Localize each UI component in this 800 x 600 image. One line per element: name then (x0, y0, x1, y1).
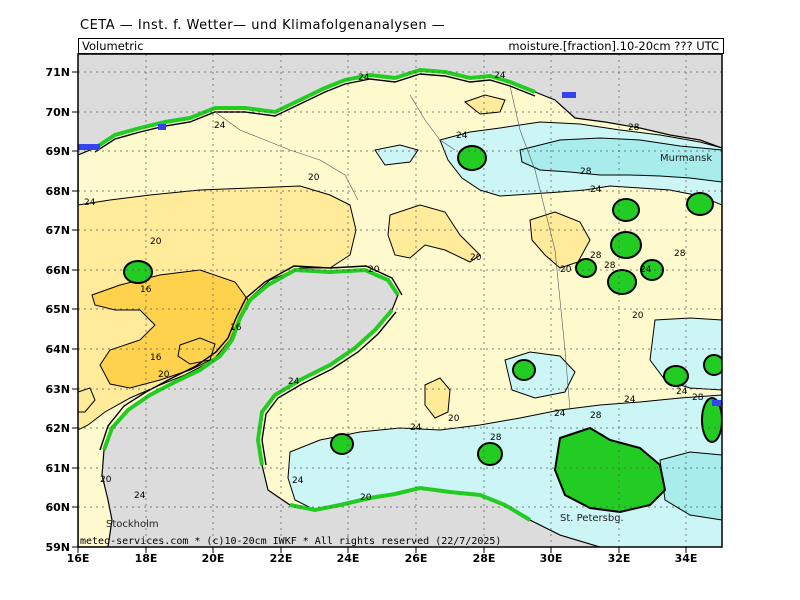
city-label-murmansk: Murmansk (660, 153, 712, 164)
lat-tick-label: 71N (45, 66, 70, 79)
blue-patch (712, 400, 722, 406)
wet-blob (663, 365, 689, 387)
lat-tick-label: 68N (45, 185, 70, 198)
contour-value-label: 28 (590, 411, 602, 421)
lon-tick-label: 30E (540, 552, 563, 565)
lat-tick-label: 65N (45, 303, 70, 316)
contour-value-label: 24 (624, 395, 636, 405)
contour-value-label: 24 (292, 476, 304, 486)
lon-tick-label: 26E (405, 552, 428, 565)
city-label-st-petersburg: St. Petersbg. (560, 513, 624, 524)
wet-blob (607, 269, 637, 295)
contour-value-label: 28 (590, 251, 602, 261)
lon-tick-label: 18E (135, 552, 158, 565)
lat-tick-label: 64N (45, 343, 70, 356)
contour-value-label: 24 (288, 377, 300, 387)
contour-value-label: 24 (84, 198, 96, 208)
contour-value-label: 20 (360, 493, 372, 503)
contour-value-label: 28 (692, 393, 704, 403)
lon-tick-label: 24E (337, 552, 360, 565)
contour-value-label: 24 (358, 73, 370, 83)
lon-tick-label: 22E (270, 552, 293, 565)
wet-blob (703, 354, 722, 376)
blue-patch (562, 92, 576, 98)
contour-value-label: 28 (490, 433, 502, 443)
blue-patch (158, 124, 166, 130)
contour-value-label: 20 (158, 370, 170, 380)
contour-value-label: 24 (134, 491, 146, 501)
contour-value-label: 28 (628, 123, 640, 133)
lat-tick-label: 69N (45, 145, 70, 158)
lon-tick-label: 32E (608, 552, 631, 565)
longitude-axis: 16E 18E 20E 22E 24E 26E 28E 30E 32E 34E (67, 547, 698, 565)
lat-tick-label: 66N (45, 264, 70, 277)
map-plot-area: 24 24 24 20 20 16 16 16 20 20 24 24 28 24 20 24 28 24 28 20… (78, 54, 722, 547)
contour-value-label: 24 (554, 409, 566, 419)
latitude-axis: 71N70N69N68N67N66N65N64N63N62N61N60N59N (45, 66, 78, 554)
contour-value-label: 20 (368, 265, 380, 275)
wet-blob (123, 260, 153, 284)
contour-value-label: 28 (604, 261, 616, 271)
lat-tick-label: 63N (45, 383, 70, 396)
lat-tick-label: 62N (45, 422, 70, 435)
contour-value-label: 24 (640, 265, 652, 275)
contour-value-label: 20 (308, 173, 320, 183)
contour-value-label: 20 (100, 475, 112, 485)
blue-patch (78, 144, 100, 150)
contour-value-label: 24 (214, 121, 226, 131)
wet-blob (512, 359, 536, 381)
wet-blob (477, 442, 503, 466)
wet-blob (610, 231, 642, 259)
contour-value-label: 16 (230, 323, 242, 333)
map-canvas: 24 24 24 20 20 16 16 16 20 20 24 24 28 24 20 24 28 24 28 20… (45, 53, 723, 565)
contour-value-label: 24 (410, 423, 422, 433)
contour-value-label: 24 (590, 185, 602, 195)
lon-tick-label: 28E (473, 552, 496, 565)
lon-tick-label: 20E (202, 552, 225, 565)
wet-blob (612, 198, 640, 222)
contour-value-label: 20 (632, 311, 644, 321)
contour-value-label: 20 (470, 253, 482, 263)
lat-tick-label: 70N (45, 106, 70, 119)
lat-tick-label: 67N (45, 224, 70, 237)
contour-value-label: 20 (560, 265, 572, 275)
contour-value-label: 24 (676, 387, 688, 397)
contour-value-label: 20 (150, 237, 162, 247)
contour-value-label: 16 (150, 353, 162, 363)
wet-blob (686, 192, 714, 216)
city-label-stockholm: Stockholm (106, 519, 159, 530)
lon-tick-label: 16E (67, 552, 90, 565)
lat-tick-label: 61N (45, 462, 70, 475)
contour-value-label: 16 (140, 285, 152, 295)
lon-tick-label: 34E (675, 552, 698, 565)
contour-value-label: 24 (494, 71, 506, 81)
wet-blob (330, 433, 354, 455)
wet-blob (575, 258, 597, 278)
contour-value-label: 24 (456, 131, 468, 141)
contour-value-label: 28 (674, 249, 686, 259)
contour-value-label: 28 (580, 167, 592, 177)
wet-blob (457, 145, 487, 171)
contour-value-label: 20 (448, 414, 460, 424)
footer-credit: meteo-services.com * (c)10-20cm IWKF * A… (80, 536, 501, 547)
lat-tick-label: 60N (45, 501, 70, 514)
